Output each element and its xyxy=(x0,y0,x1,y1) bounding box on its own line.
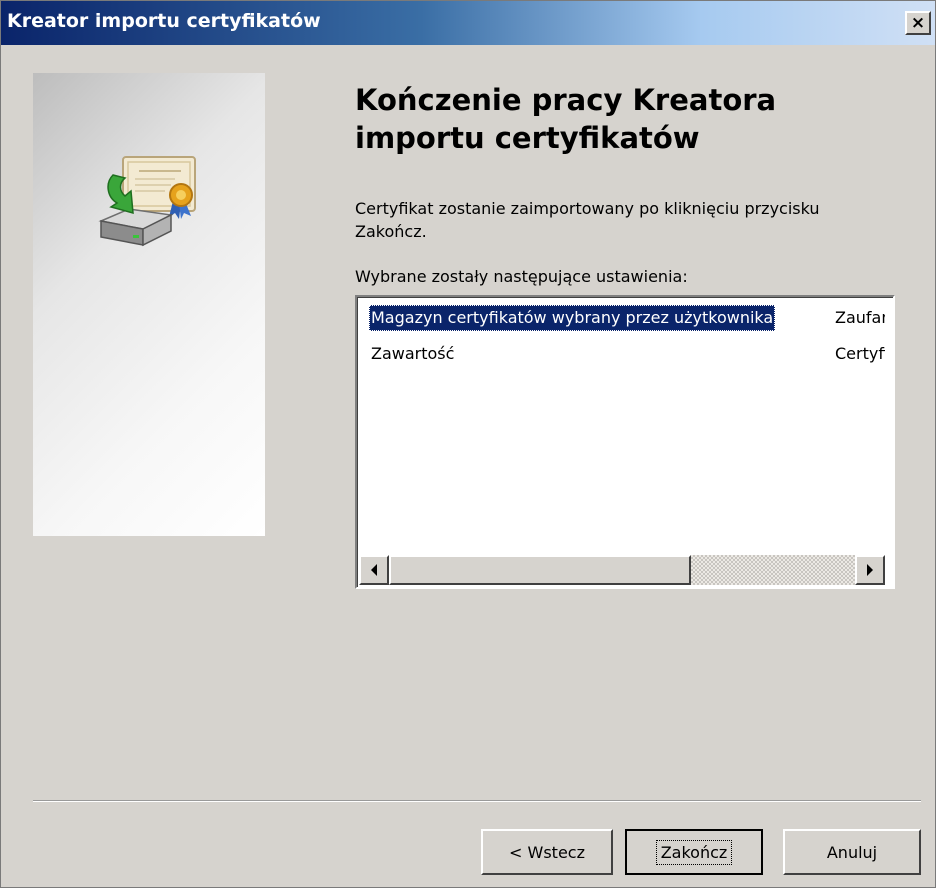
title-bar[interactable]: Kreator importu certyfikatów × xyxy=(1,1,935,45)
close-icon: × xyxy=(910,12,926,33)
page-heading: Kończenie pracy Kreatora importu certyfi… xyxy=(355,81,875,157)
finish-button-label: Zakończ xyxy=(655,839,733,865)
cancel-button[interactable]: Anuluj xyxy=(783,829,921,875)
certificate-import-wizard-window: Kreator importu certyfikatów × Kończenie… xyxy=(0,0,936,888)
arrow-left-icon xyxy=(371,564,377,576)
footer-separator xyxy=(33,800,921,802)
scroll-thumb[interactable] xyxy=(389,555,691,585)
window-title: Kreator importu certyfikatów xyxy=(7,10,321,32)
horizontal-scrollbar[interactable] xyxy=(359,555,885,585)
settings-listbox[interactable]: Magazyn certyfikatów wybrany przez użytk… xyxy=(355,295,895,589)
page-description: Certyfikat zostanie zaimportowany po kli… xyxy=(355,197,915,243)
list-row-value: Zaufane główne urzędy certyfikacji xyxy=(835,308,885,327)
heading-line-1: Kończenie pracy Kreatora xyxy=(355,83,777,117)
list-row-name: Zawartość xyxy=(371,344,455,363)
arrow-right-icon xyxy=(867,564,873,576)
settings-label: Wybrane zostały następujące ustawienia: xyxy=(355,267,688,286)
cancel-button-label: Anuluj xyxy=(826,842,878,862)
close-button[interactable]: × xyxy=(905,11,931,35)
settings-list-viewport: Magazyn certyfikatów wybrany przez użytk… xyxy=(359,299,885,551)
wizard-side-banner xyxy=(33,73,265,536)
description-line-1: Certyfikat zostanie zaimportowany po kli… xyxy=(355,199,820,218)
back-button-label: < Wstecz xyxy=(509,842,585,862)
finish-button[interactable]: Zakończ xyxy=(625,829,763,875)
list-row-name: Magazyn certyfikatów wybrany przez użytk… xyxy=(369,305,776,331)
back-button[interactable]: < Wstecz xyxy=(481,829,613,875)
description-line-2: Zakończ. xyxy=(355,222,427,241)
scroll-right-button[interactable] xyxy=(855,555,885,585)
list-row-store[interactable]: Magazyn certyfikatów wybrany przez użytk… xyxy=(359,305,885,331)
certificate-import-icon xyxy=(98,156,196,247)
scroll-left-button[interactable] xyxy=(359,555,389,585)
heading-line-2: importu certyfikatów xyxy=(355,121,700,155)
list-row-content[interactable]: Zawartość Certyfikat xyxy=(359,341,885,367)
list-row-value: Certyfikat xyxy=(835,344,885,363)
